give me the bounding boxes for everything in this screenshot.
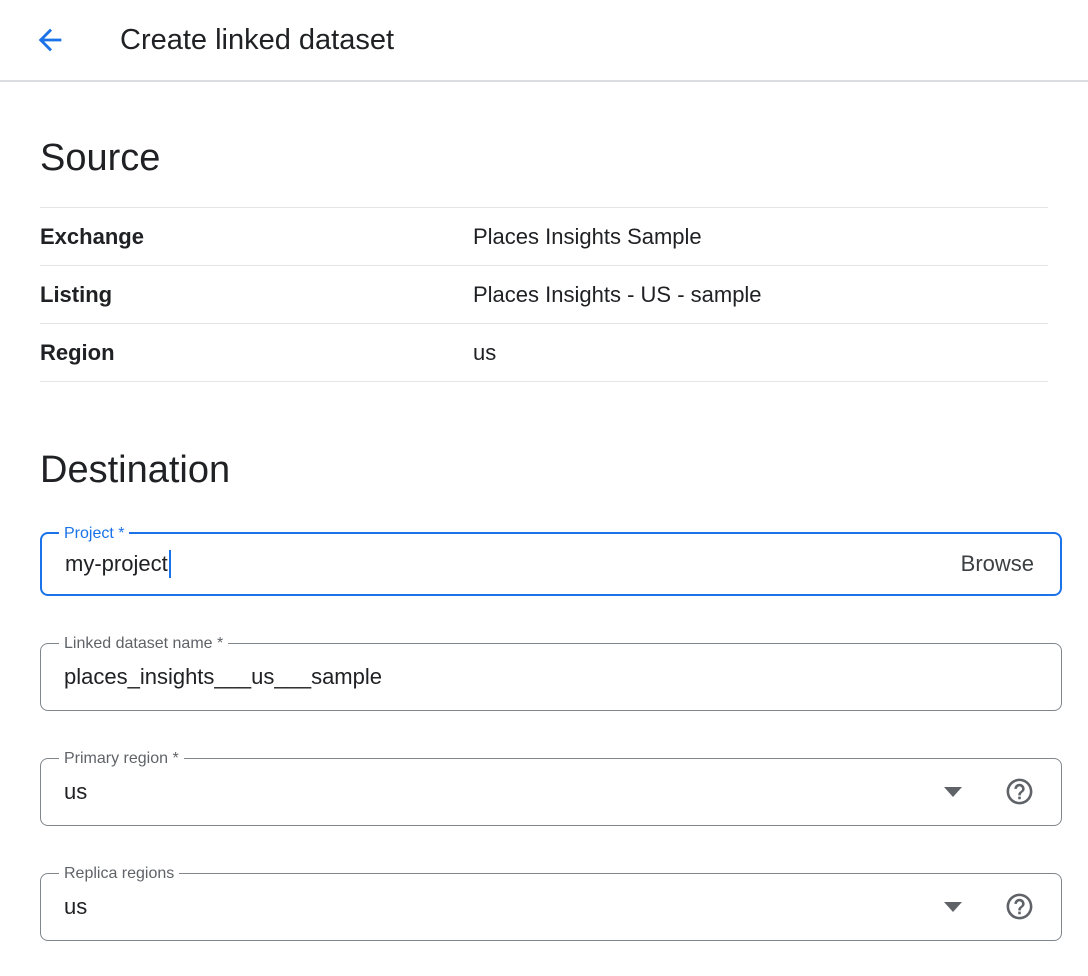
listing-value: Places Insights - US - sample [473,282,762,308]
exchange-label: Exchange [40,224,473,250]
exchange-value: Places Insights Sample [473,224,702,250]
linked-dataset-name-label: Linked dataset name * [59,634,228,653]
primary-region-help-button[interactable] [1004,776,1035,807]
region-value: us [473,340,496,366]
replica-regions-value: us [64,894,87,920]
arrow-drop-down-icon[interactable] [944,902,962,912]
source-row-listing: Listing Places Insights - US - sample [40,266,1048,324]
arrow-back-icon [33,23,67,57]
project-field-value: my-project [65,551,168,577]
replica-regions-help-button[interactable] [1004,891,1035,922]
source-row-region: Region us [40,324,1048,382]
page-title: Create linked dataset [120,24,394,57]
help-outline-icon [1004,776,1035,807]
listing-label: Listing [40,282,473,308]
help-outline-icon [1004,891,1035,922]
replica-regions-select[interactable]: Replica regions us [40,873,1062,941]
project-field-label: Project * [59,524,129,543]
text-cursor [169,550,171,578]
main-content: Source Exchange Places Insights Sample L… [0,136,1088,941]
linked-dataset-name-field[interactable]: Linked dataset name * places_insights___… [40,643,1062,711]
page-header: Create linked dataset [0,0,1088,82]
project-field[interactable]: Project * my-project Browse [40,532,1062,596]
source-table: Exchange Places Insights Sample Listing … [40,207,1048,382]
back-button[interactable] [33,23,67,57]
source-section-heading: Source [40,136,1088,182]
arrow-drop-down-icon[interactable] [944,787,962,797]
destination-section-heading: Destination [40,448,1088,494]
replica-regions-label: Replica regions [59,864,179,883]
linked-dataset-name-value: places_insights___us___sample [64,664,382,690]
browse-button[interactable]: Browse [961,551,1034,577]
primary-region-value: us [64,779,87,805]
source-row-exchange: Exchange Places Insights Sample [40,208,1048,266]
primary-region-label: Primary region * [59,749,184,768]
primary-region-select[interactable]: Primary region * us [40,758,1062,826]
region-label: Region [40,340,473,366]
